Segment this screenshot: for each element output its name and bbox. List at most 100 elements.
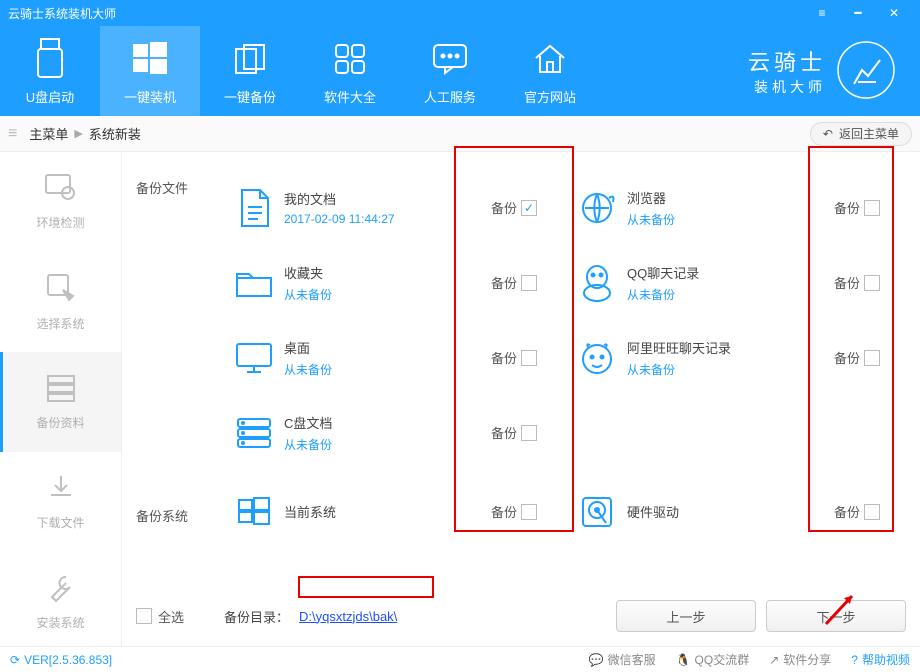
document-icon bbox=[224, 187, 284, 229]
ie-icon bbox=[567, 188, 627, 228]
annotation-box-path bbox=[298, 576, 434, 598]
sidebar-item-select-system[interactable]: 选择系统 bbox=[0, 252, 121, 352]
backup-dir-label: 备份目录： bbox=[224, 607, 289, 626]
tool-one-click-install[interactable]: 一键装机 bbox=[100, 26, 200, 116]
qq-penguin-icon bbox=[567, 263, 627, 303]
tool-label: 一键装机 bbox=[124, 87, 176, 106]
backup-check-qq[interactable]: 备份 bbox=[834, 273, 910, 292]
sidebar-label: 选择系统 bbox=[36, 315, 84, 332]
tool-label: 软件大全 bbox=[324, 87, 376, 106]
bottom-action-row: 全选 备份目录： D:\yqsxtzjds\bak\ 上一步 下一步 bbox=[136, 600, 906, 632]
tool-label: U盘启动 bbox=[26, 87, 74, 106]
backup-check-my-documents[interactable]: 备份✓ bbox=[491, 198, 567, 217]
share-icon: ↗ bbox=[769, 653, 779, 667]
checkbox-icon bbox=[136, 608, 152, 624]
backup-check-c-docs[interactable]: 备份 bbox=[491, 423, 567, 442]
folder-icon bbox=[224, 266, 284, 300]
footer-link-share[interactable]: ↗ 软件分享 bbox=[769, 651, 831, 668]
sidebar-label: 下载文件 bbox=[36, 514, 84, 531]
checkbox-icon bbox=[864, 200, 880, 216]
wizard-sidebar: 环境检测 选择系统 备份资料 下载文件 安装系统 bbox=[0, 152, 122, 646]
check-label: 备份 bbox=[834, 198, 860, 217]
breadcrumb-bar: ≡ 主菜单 ▶ 系统新装 ↶ 返回主菜单 bbox=[0, 116, 920, 152]
file-sub: 从未备份 bbox=[627, 211, 834, 228]
file-title: C盘文档 bbox=[284, 413, 491, 432]
sidebar-label: 环境检测 bbox=[36, 214, 84, 231]
usb-icon bbox=[35, 37, 65, 81]
system-row-drivers: 硬件驱动 备份 bbox=[567, 474, 910, 549]
sidebar-item-backup-data[interactable]: 备份资料 bbox=[0, 352, 121, 452]
tool-label: 人工服务 bbox=[424, 87, 476, 106]
sidebar-item-download-files[interactable]: 下载文件 bbox=[0, 452, 121, 552]
disk-stack-icon bbox=[224, 415, 284, 451]
file-title: 收藏夹 bbox=[284, 263, 491, 282]
check-label: 备份 bbox=[491, 502, 517, 521]
prev-step-button[interactable]: 上一步 bbox=[616, 600, 756, 632]
home-icon bbox=[532, 37, 568, 81]
footer-link-help-video[interactable]: ?帮助视频 bbox=[851, 651, 910, 668]
aliwangwang-icon bbox=[567, 339, 627, 377]
crumb-root[interactable]: 主菜单 bbox=[29, 124, 68, 143]
footer-bar: ⟳ VER[2.5.36.853] 💬微信客服 🐧QQ交流群 ↗ 软件分享 ?帮助… bbox=[0, 646, 920, 672]
menu-icon[interactable]: ≡ bbox=[804, 4, 840, 22]
sidebar-label: 备份资料 bbox=[36, 414, 84, 431]
tool-one-click-backup[interactable]: 一键备份 bbox=[200, 26, 300, 116]
file-row-c-drive-docs: C盘文档从未备份 备份 bbox=[224, 395, 567, 470]
brand: 云骑士 装机大师 bbox=[748, 40, 920, 103]
back-label: 返回主菜单 bbox=[839, 125, 899, 142]
footer-link-wechat[interactable]: 💬微信客服 bbox=[589, 651, 656, 668]
tool-human-service[interactable]: 人工服务 bbox=[400, 26, 500, 116]
tool-software[interactable]: 软件大全 bbox=[300, 26, 400, 116]
file-title: 阿里旺旺聊天记录 bbox=[627, 338, 834, 357]
checkbox-icon bbox=[521, 504, 537, 520]
tool-label: 官方网站 bbox=[524, 87, 576, 106]
sidebar-item-install-system[interactable]: 安装系统 bbox=[0, 552, 121, 652]
backup-check-current-os[interactable]: 备份 bbox=[491, 502, 567, 521]
file-title: 当前系统 bbox=[284, 502, 491, 521]
tool-official-site[interactable]: 官方网站 bbox=[500, 26, 600, 116]
checkbox-icon bbox=[864, 275, 880, 291]
back-arrow-icon: ↶ bbox=[823, 127, 833, 141]
windows-tiles-icon bbox=[224, 494, 284, 530]
backup-check-desktop[interactable]: 备份 bbox=[491, 348, 567, 367]
btn-label: 下一步 bbox=[816, 607, 855, 626]
copy-icon bbox=[232, 37, 268, 81]
checkbox-icon: ✓ bbox=[521, 200, 537, 216]
select-all-checkbox[interactable]: 全选 bbox=[136, 607, 184, 626]
backup-check-drivers[interactable]: 备份 bbox=[834, 502, 910, 521]
file-row-aliwangwang: 阿里旺旺聊天记录从未备份 备份 bbox=[567, 320, 910, 395]
backup-check-aliwangwang[interactable]: 备份 bbox=[834, 348, 910, 367]
list-icon[interactable]: ≡ bbox=[8, 125, 17, 143]
system-row-current-os: 当前系统 备份 bbox=[224, 474, 567, 549]
btn-label: 上一步 bbox=[666, 607, 705, 626]
main-area: 环境检测 选择系统 备份资料 下载文件 安装系统 备份文件 我的文档20 bbox=[0, 152, 920, 646]
next-step-button[interactable]: 下一步 bbox=[766, 600, 906, 632]
version-link[interactable]: ⟳ VER[2.5.36.853] bbox=[10, 653, 112, 667]
file-title: 我的文档 bbox=[284, 189, 491, 208]
file-row-empty bbox=[567, 395, 910, 470]
check-label: 备份 bbox=[834, 502, 860, 521]
sidebar-item-env-check[interactable]: 环境检测 bbox=[0, 152, 121, 252]
check-label: 备份 bbox=[491, 348, 517, 367]
file-sub: 从未备份 bbox=[627, 286, 834, 303]
select-all-label: 全选 bbox=[158, 607, 184, 626]
check-label: 备份 bbox=[834, 273, 860, 292]
tool-usb-boot[interactable]: U盘启动 bbox=[0, 26, 100, 116]
checkbox-icon bbox=[521, 275, 537, 291]
backup-check-browser[interactable]: 备份 bbox=[834, 198, 910, 217]
footer-link-qq-group[interactable]: 🐧QQ交流群 bbox=[676, 651, 750, 668]
backup-check-favorites[interactable]: 备份 bbox=[491, 273, 567, 292]
file-row-qq: QQ聊天记录从未备份 备份 bbox=[567, 245, 910, 320]
lnk-label: 微信客服 bbox=[608, 651, 656, 668]
file-title: 桌面 bbox=[284, 338, 491, 357]
file-sub: 2017-02-09 11:44:27 bbox=[284, 212, 491, 226]
lnk-label: 软件分享 bbox=[783, 651, 831, 668]
download-icon bbox=[46, 473, 76, 506]
minimize-button[interactable]: ━ bbox=[840, 4, 876, 22]
server-icon bbox=[45, 373, 77, 406]
check-label: 备份 bbox=[491, 198, 517, 217]
windows-icon bbox=[131, 37, 169, 81]
close-button[interactable]: ✕ bbox=[876, 4, 912, 22]
back-to-main-button[interactable]: ↶ 返回主菜单 bbox=[810, 122, 912, 146]
backup-dir-path-link[interactable]: D:\yqsxtzjds\bak\ bbox=[299, 609, 397, 624]
